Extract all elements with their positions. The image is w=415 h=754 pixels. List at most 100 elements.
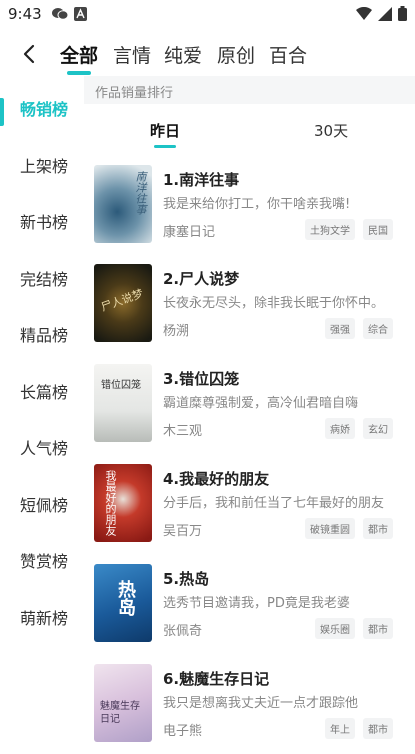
book-item[interactable]: 错位囚笼 3.错位囚笼 霸道糜尊强制爱，高冷仙君暗自嗨 木三观 病娇 玄幻 [84,364,415,454]
book-description: 分手后，我和前任当了七年最好的朋友 [163,496,385,511]
book-tag[interactable]: 娱乐圈 [315,618,355,639]
sidebar-item-label: 畅销榜 [20,100,69,119]
tab-gl[interactable]: 百合 [269,41,307,68]
ranking-sidebar: 畅销榜 上架榜 新书榜 完结榜 精品榜 长篇榜 人气榜 短佩榜 赞赏榜 萌新榜 [0,76,84,738]
sidebar-item-label: 赞赏榜 [20,552,69,571]
book-cover: 热岛 [94,564,152,642]
tab-label: 言情 [113,45,152,67]
book-tag[interactable]: 强强 [325,318,355,339]
sidebar-item-short[interactable]: 短佩榜 [0,482,84,522]
book-author: 杨溯 [163,324,190,339]
sidebar-item-popular[interactable]: 人气榜 [0,425,84,465]
book-author: 木三观 [163,424,203,439]
book-cover: 我最好的朋友 [94,464,152,542]
sidebar-item-label: 长篇榜 [20,383,69,402]
book-cover: 错位囚笼 [94,364,152,442]
ranking-list: 作品销量排行 昨日 30天 南洋往事 1.南洋往事 我是来给你打工，你干啥亲我嘴… [84,76,415,742]
category-nav: 全部 言情 纯爱 原创 百合 [0,36,415,75]
book-tag[interactable]: 都市 [363,718,393,739]
book-title: 2.尸人说梦 [163,270,240,288]
sidebar-active-indicator [0,98,4,126]
sidebar-item-new[interactable]: 新书榜 [0,199,84,239]
sidebar-item-label: 新书榜 [20,213,69,232]
book-title: 5.热岛 [163,570,210,588]
status-time: 9:43 [8,5,42,23]
sidebar-item-completed[interactable]: 完结榜 [0,256,84,296]
book-tag[interactable]: 病娇 [325,418,355,439]
battery-icon [398,6,407,21]
tab-label: 全部 [60,45,99,67]
cover-title: 魅魔生存日记 [100,701,140,725]
book-item[interactable]: 南洋往事 1.南洋往事 我是来给你打工，你干啥亲我嘴! 康塞日记 土狗文学 民国 [84,165,415,255]
back-button[interactable] [18,40,42,68]
book-cover: 南洋往事 [94,165,152,243]
tab-label: 纯爱 [164,45,203,67]
sidebar-item-label: 上架榜 [20,157,69,176]
book-tags: 破镜重圆 都市 [305,518,393,539]
book-tags: 娱乐圈 都市 [315,618,393,639]
font-a-icon [74,7,87,21]
book-description: 选秀节目邀请我，PD竟是我老婆 [163,596,350,611]
book-title: 6.魅魔生存日记 [163,670,270,688]
book-item[interactable]: 魅魔生存日记 6.魅魔生存日记 我只是想离我丈夫近一点才跟踪他 电子熊 年上 都… [84,664,415,754]
tab-label: 昨日 [150,122,181,140]
tab-label: 30天 [314,122,349,140]
sidebar-item-listing[interactable]: 上架榜 [0,143,84,183]
sidebar-item-tips[interactable]: 赞赏榜 [0,538,84,578]
book-author: 吴百万 [163,524,203,539]
book-title: 4.我最好的朋友 [163,470,270,488]
book-description: 我是来给你打工，你干啥亲我嘴! [163,197,351,212]
tab-all[interactable]: 全部 [60,41,99,75]
book-description: 长夜永无尽头，除非我长眠于你怀中。 [163,296,385,311]
cover-title: 错位囚笼 [101,380,141,391]
book-tag[interactable]: 综合 [363,318,393,339]
cover-title: 我最好的朋友 [104,470,117,536]
book-author: 电子熊 [163,724,203,739]
book-cover: 魅魔生存日记 [94,664,152,742]
tab-yesterday[interactable]: 昨日 [150,120,181,148]
cover-title: 热岛 [115,580,136,616]
book-author: 康塞日记 [163,225,216,240]
sidebar-item-label: 萌新榜 [20,609,69,628]
sidebar-item-label: 短佩榜 [20,496,69,515]
book-tag[interactable]: 都市 [363,518,393,539]
tab-romance[interactable]: 言情 [113,41,151,68]
sidebar-item-label: 完结榜 [20,270,69,289]
book-tag[interactable]: 玄幻 [363,418,393,439]
book-cover: 尸人说梦 [94,264,152,342]
book-tag[interactable]: 破镜重圆 [305,518,355,539]
section-header: 作品销量排行 [84,76,415,104]
book-description: 霸道糜尊强制爱，高冷仙君暗自嗨 [163,396,359,411]
book-item[interactable]: 我最好的朋友 4.我最好的朋友 分手后，我和前任当了七年最好的朋友 吴百万 破镜… [84,464,415,554]
sidebar-item-newcomer[interactable]: 萌新榜 [0,595,84,635]
tab-bl[interactable]: 纯爱 [164,41,202,68]
cover-title: 南洋往事 [134,171,147,215]
book-tag[interactable]: 民国 [363,219,393,240]
book-tags: 土狗文学 民国 [305,219,393,240]
signal-icon [378,6,392,21]
status-bar: 9:43 [0,0,415,30]
chat-bubble-icon [52,8,68,20]
tab-label: 百合 [269,45,308,67]
book-description: 我只是想离我丈夫近一点才跟踪他 [163,696,359,711]
book-item[interactable]: 热岛 5.热岛 选秀节目邀请我，PD竟是我老婆 张佩奇 娱乐圈 都市 [84,564,415,654]
tab-30-days[interactable]: 30天 [314,120,348,141]
sidebar-item-label: 精品榜 [20,326,69,345]
book-title: 3.错位囚笼 [163,370,240,388]
sidebar-item-premium[interactable]: 精品榜 [0,312,84,352]
book-item[interactable]: 尸人说梦 2.尸人说梦 长夜永无尽头，除非我长眠于你怀中。 杨溯 强强 综合 [84,264,415,354]
sidebar-item-long[interactable]: 长篇榜 [0,369,84,409]
tab-active-indicator [67,71,91,75]
tab-original[interactable]: 原创 [217,41,255,68]
book-tag[interactable]: 都市 [363,618,393,639]
book-tags: 年上 都市 [325,718,393,739]
sidebar-item-label: 人气榜 [20,439,69,458]
wifi-icon [356,7,372,20]
book-tag[interactable]: 土狗文学 [305,219,355,240]
tab-active-indicator [154,145,176,148]
cover-title: 尸人说梦 [99,286,146,315]
book-author: 张佩奇 [163,624,203,639]
tab-label: 原创 [217,45,256,67]
sidebar-item-bestseller[interactable]: 畅销榜 [0,86,84,126]
book-tag[interactable]: 年上 [325,718,355,739]
